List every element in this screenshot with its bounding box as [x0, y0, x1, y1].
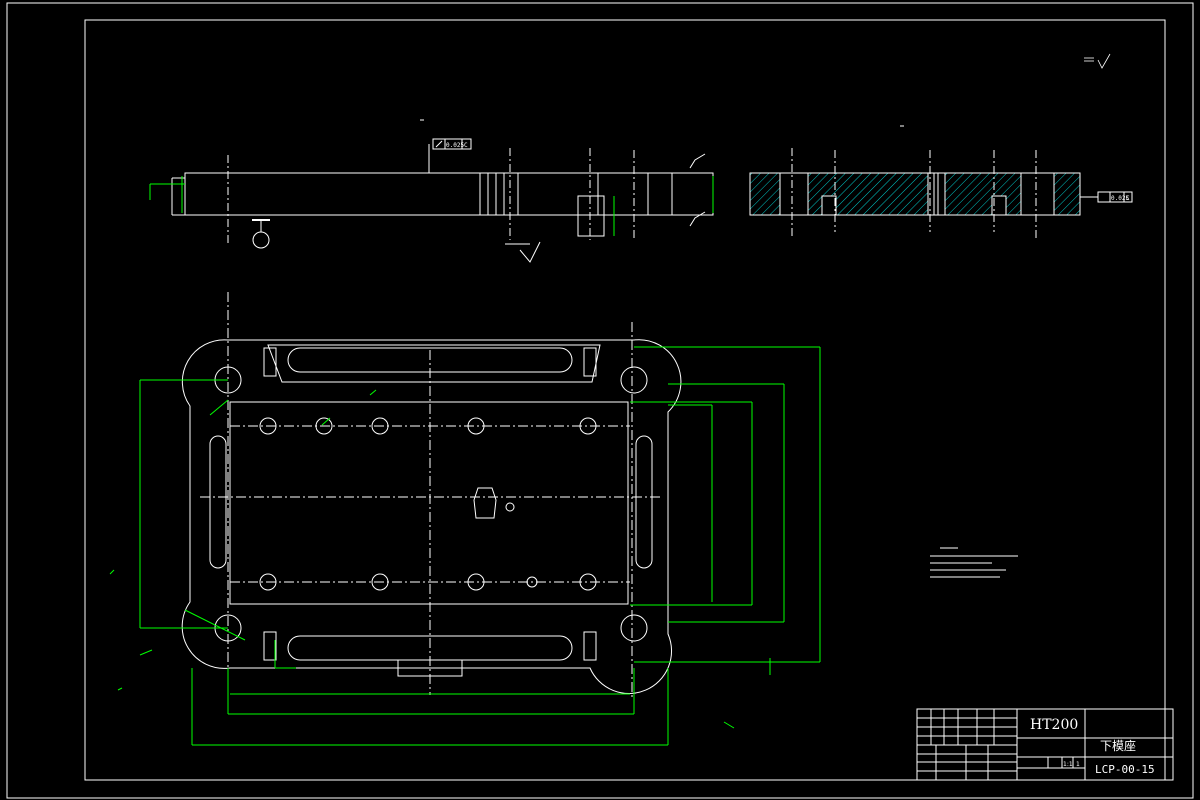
front-view-pocket	[577, 195, 605, 237]
plan-view	[181, 292, 682, 700]
front-view-dimensions	[149, 176, 714, 236]
sheet-inner-border	[84, 19, 1166, 781]
datum-label-left: C	[464, 142, 468, 149]
material-label: HT200	[1030, 717, 1078, 733]
quantity-label: 1	[1076, 761, 1080, 768]
section-markers	[420, 119, 904, 127]
drawing-number-label: LCP-00-15	[1095, 763, 1155, 776]
scale-label: 1:1	[1063, 761, 1073, 768]
front-view	[171, 138, 714, 263]
datum-label-right: C	[1126, 195, 1130, 202]
technical-notes	[930, 547, 1018, 578]
plan-view-outline	[181, 339, 682, 695]
cad-drawing: 0.025 C 0.025 C HT200 下模座 LCP-00-15 1:1 …	[6, 2, 1194, 799]
plan-view-inner-cavity	[229, 401, 629, 605]
part-name-label: 下模座	[1100, 738, 1136, 753]
roughness-symbol-icon	[1084, 53, 1111, 69]
sheet-outer-border	[6, 2, 1194, 799]
plan-view-dimensions	[109, 346, 821, 746]
section-view	[749, 148, 1133, 238]
tolerance-value-left: 0.025	[446, 142, 464, 149]
